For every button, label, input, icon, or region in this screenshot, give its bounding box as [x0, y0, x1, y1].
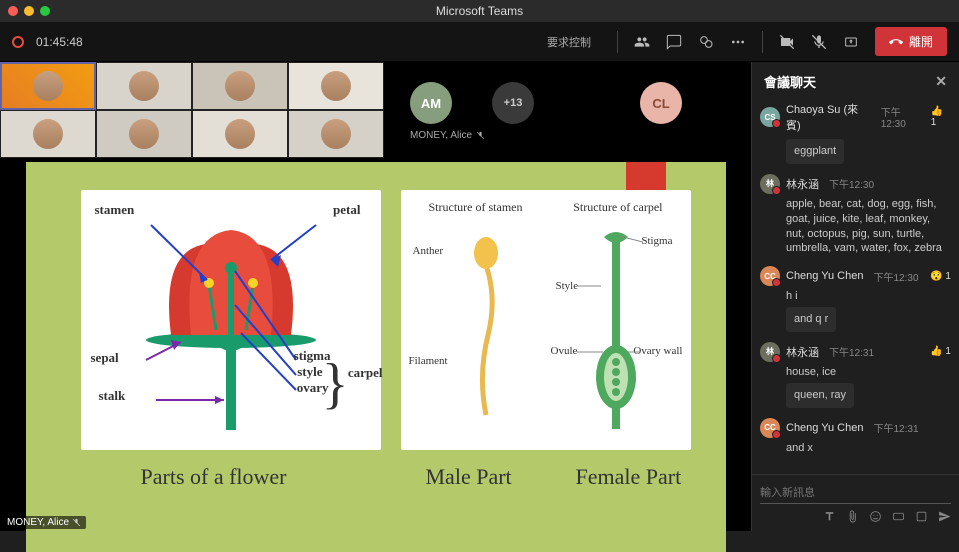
participant-avatar[interactable]: AM: [410, 82, 452, 124]
message-time: 下午12:30: [873, 269, 918, 284]
chat-message[interactable]: 林林永涵下午12:30 apple, bear, cat, dog, egg, f…: [760, 174, 951, 256]
label-style: style: [297, 364, 322, 380]
message-reaction[interactable]: 👍 1: [931, 106, 951, 128]
message-author: 林永涵: [786, 344, 819, 360]
meeting-chat-panel: 會議聊天 ✕ CS Chaoya Su (來賓) 下午12:30 👍 1 eggplan…: [751, 62, 959, 531]
meeting-toolbar: 01:45:48 要求控制 離開: [0, 22, 959, 62]
participant-tile[interactable]: [192, 62, 288, 110]
meeting-stage: AM +13 CL MONEY, Alice: [0, 62, 751, 531]
flower-diagram-card: stamen petal sepal stalk stigma style ov…: [81, 190, 381, 450]
label-sepal: sepal: [91, 350, 119, 366]
participant-avatar[interactable]: CL: [640, 82, 682, 124]
reactions-icon[interactable]: [698, 34, 714, 50]
message-author: 林永涵: [786, 176, 819, 192]
message-avatar: 林: [760, 174, 780, 194]
chat-message[interactable]: 林林永涵下午12:31 👍 1 house, ice queen, ray: [760, 342, 951, 408]
app-title: Microsoft Teams: [436, 4, 523, 18]
message-body: and x: [786, 441, 951, 456]
message-reaction[interactable]: 😯 1: [930, 271, 951, 282]
chat-message[interactable]: CC Cheng Yu Chen 下午12:31 and x: [760, 418, 951, 456]
window-titlebar: Microsoft Teams: [0, 0, 959, 22]
chat-input[interactable]: [760, 483, 951, 504]
people-icon[interactable]: [634, 34, 650, 50]
message-avatar: CC: [760, 418, 780, 438]
chat-message[interactable]: CS Chaoya Su (來賓) 下午12:30 👍 1 eggplant: [760, 101, 951, 164]
label-petal: petal: [333, 202, 360, 218]
request-control-button[interactable]: 要求控制: [537, 30, 601, 54]
label-stalk: stalk: [99, 388, 126, 404]
participant-tile[interactable]: [0, 110, 96, 158]
meeting-timer: 01:45:48: [36, 35, 83, 49]
speaker-nametag: MONEY, Alice: [2, 516, 86, 529]
stamen-illustration: [456, 225, 516, 425]
message-reaction[interactable]: 👍 1: [930, 346, 951, 357]
chat-title: 會議聊天: [764, 72, 816, 91]
message-body: apple, bear, cat, dog, egg, fish, goat, …: [786, 197, 951, 256]
camera-off-icon[interactable]: [779, 34, 795, 50]
participant-tile[interactable]: [0, 62, 96, 110]
chat-message[interactable]: CC Cheng Yu Chen 下午12:30 😯 1 h i and q r: [760, 266, 951, 332]
message-body: h i: [786, 289, 951, 304]
label-anther: Anther: [413, 245, 444, 257]
message-body: eggplant: [786, 139, 844, 164]
message-time: 下午12:31: [829, 344, 874, 359]
pointer-lines: [541, 230, 681, 430]
message-avatar: CC: [760, 266, 780, 286]
message-author: Cheng Yu Chen: [786, 422, 863, 434]
minimize-window-button[interactable]: [24, 6, 34, 16]
message-author: Chaoya Su (來賓): [786, 101, 871, 133]
chat-messages[interactable]: CSChaoya Su (來賓)下午12:30👍 1eggplant林林永涵下午…: [752, 101, 959, 474]
mic-muted-icon: [476, 131, 485, 140]
heading-stamen: Structure of stamen: [429, 200, 523, 215]
caption-female: Female Part: [576, 464, 682, 490]
label-filament: Filament: [409, 355, 448, 367]
flower-illustration: [121, 205, 341, 435]
shared-slide: stamen petal sepal stalk stigma style ov…: [26, 162, 726, 552]
participant-tile[interactable]: [288, 62, 384, 110]
caption-male: Male Part: [426, 464, 512, 490]
label-carpel: carpel: [348, 365, 383, 381]
recording-indicator-icon: [12, 36, 24, 48]
label-stamen: stamen: [95, 202, 135, 218]
participant-tile[interactable]: [192, 110, 288, 158]
message-avatar: 林: [760, 342, 780, 362]
overflow-participants-button[interactable]: +13: [492, 82, 534, 124]
gif-icon[interactable]: [892, 510, 905, 523]
share-icon[interactable]: [843, 34, 859, 50]
mic-off-icon[interactable]: [811, 34, 827, 50]
message-time: 下午12:30: [881, 104, 925, 130]
caption-parts: Parts of a flower: [141, 464, 287, 490]
heading-carpel: Structure of carpel: [573, 200, 662, 215]
mic-muted-icon: [72, 518, 81, 527]
message-body: and q r: [786, 307, 836, 332]
close-window-button[interactable]: [8, 6, 18, 16]
participant-tile[interactable]: [96, 110, 192, 158]
message-avatar: CS: [760, 107, 780, 127]
sticker-icon[interactable]: [915, 510, 928, 523]
message-body: house, ice: [786, 365, 951, 380]
more-icon[interactable]: [730, 34, 746, 50]
participant-tile[interactable]: [96, 62, 192, 110]
leave-button[interactable]: 離開: [875, 27, 947, 56]
emoji-icon[interactable]: [869, 510, 882, 523]
message-time: 下午12:31: [873, 420, 918, 435]
message-time: 下午12:30: [829, 176, 874, 191]
chat-icon[interactable]: [666, 34, 682, 50]
message-author: Cheng Yu Chen: [786, 270, 863, 282]
hangup-icon: [889, 35, 903, 49]
participant-tile[interactable]: [288, 110, 384, 158]
participant-video-strip: [0, 62, 390, 158]
message-body: queen, ray: [786, 383, 854, 408]
attach-icon[interactable]: [846, 510, 859, 523]
structure-diagram-card: Structure of stamen Structure of carpel …: [401, 190, 691, 450]
maximize-window-button[interactable]: [40, 6, 50, 16]
format-icon[interactable]: [823, 510, 836, 523]
brace-icon: }: [322, 370, 349, 398]
send-icon[interactable]: [938, 510, 951, 523]
close-chat-button[interactable]: ✕: [935, 73, 947, 90]
presenter-label: MONEY, Alice: [410, 130, 485, 141]
